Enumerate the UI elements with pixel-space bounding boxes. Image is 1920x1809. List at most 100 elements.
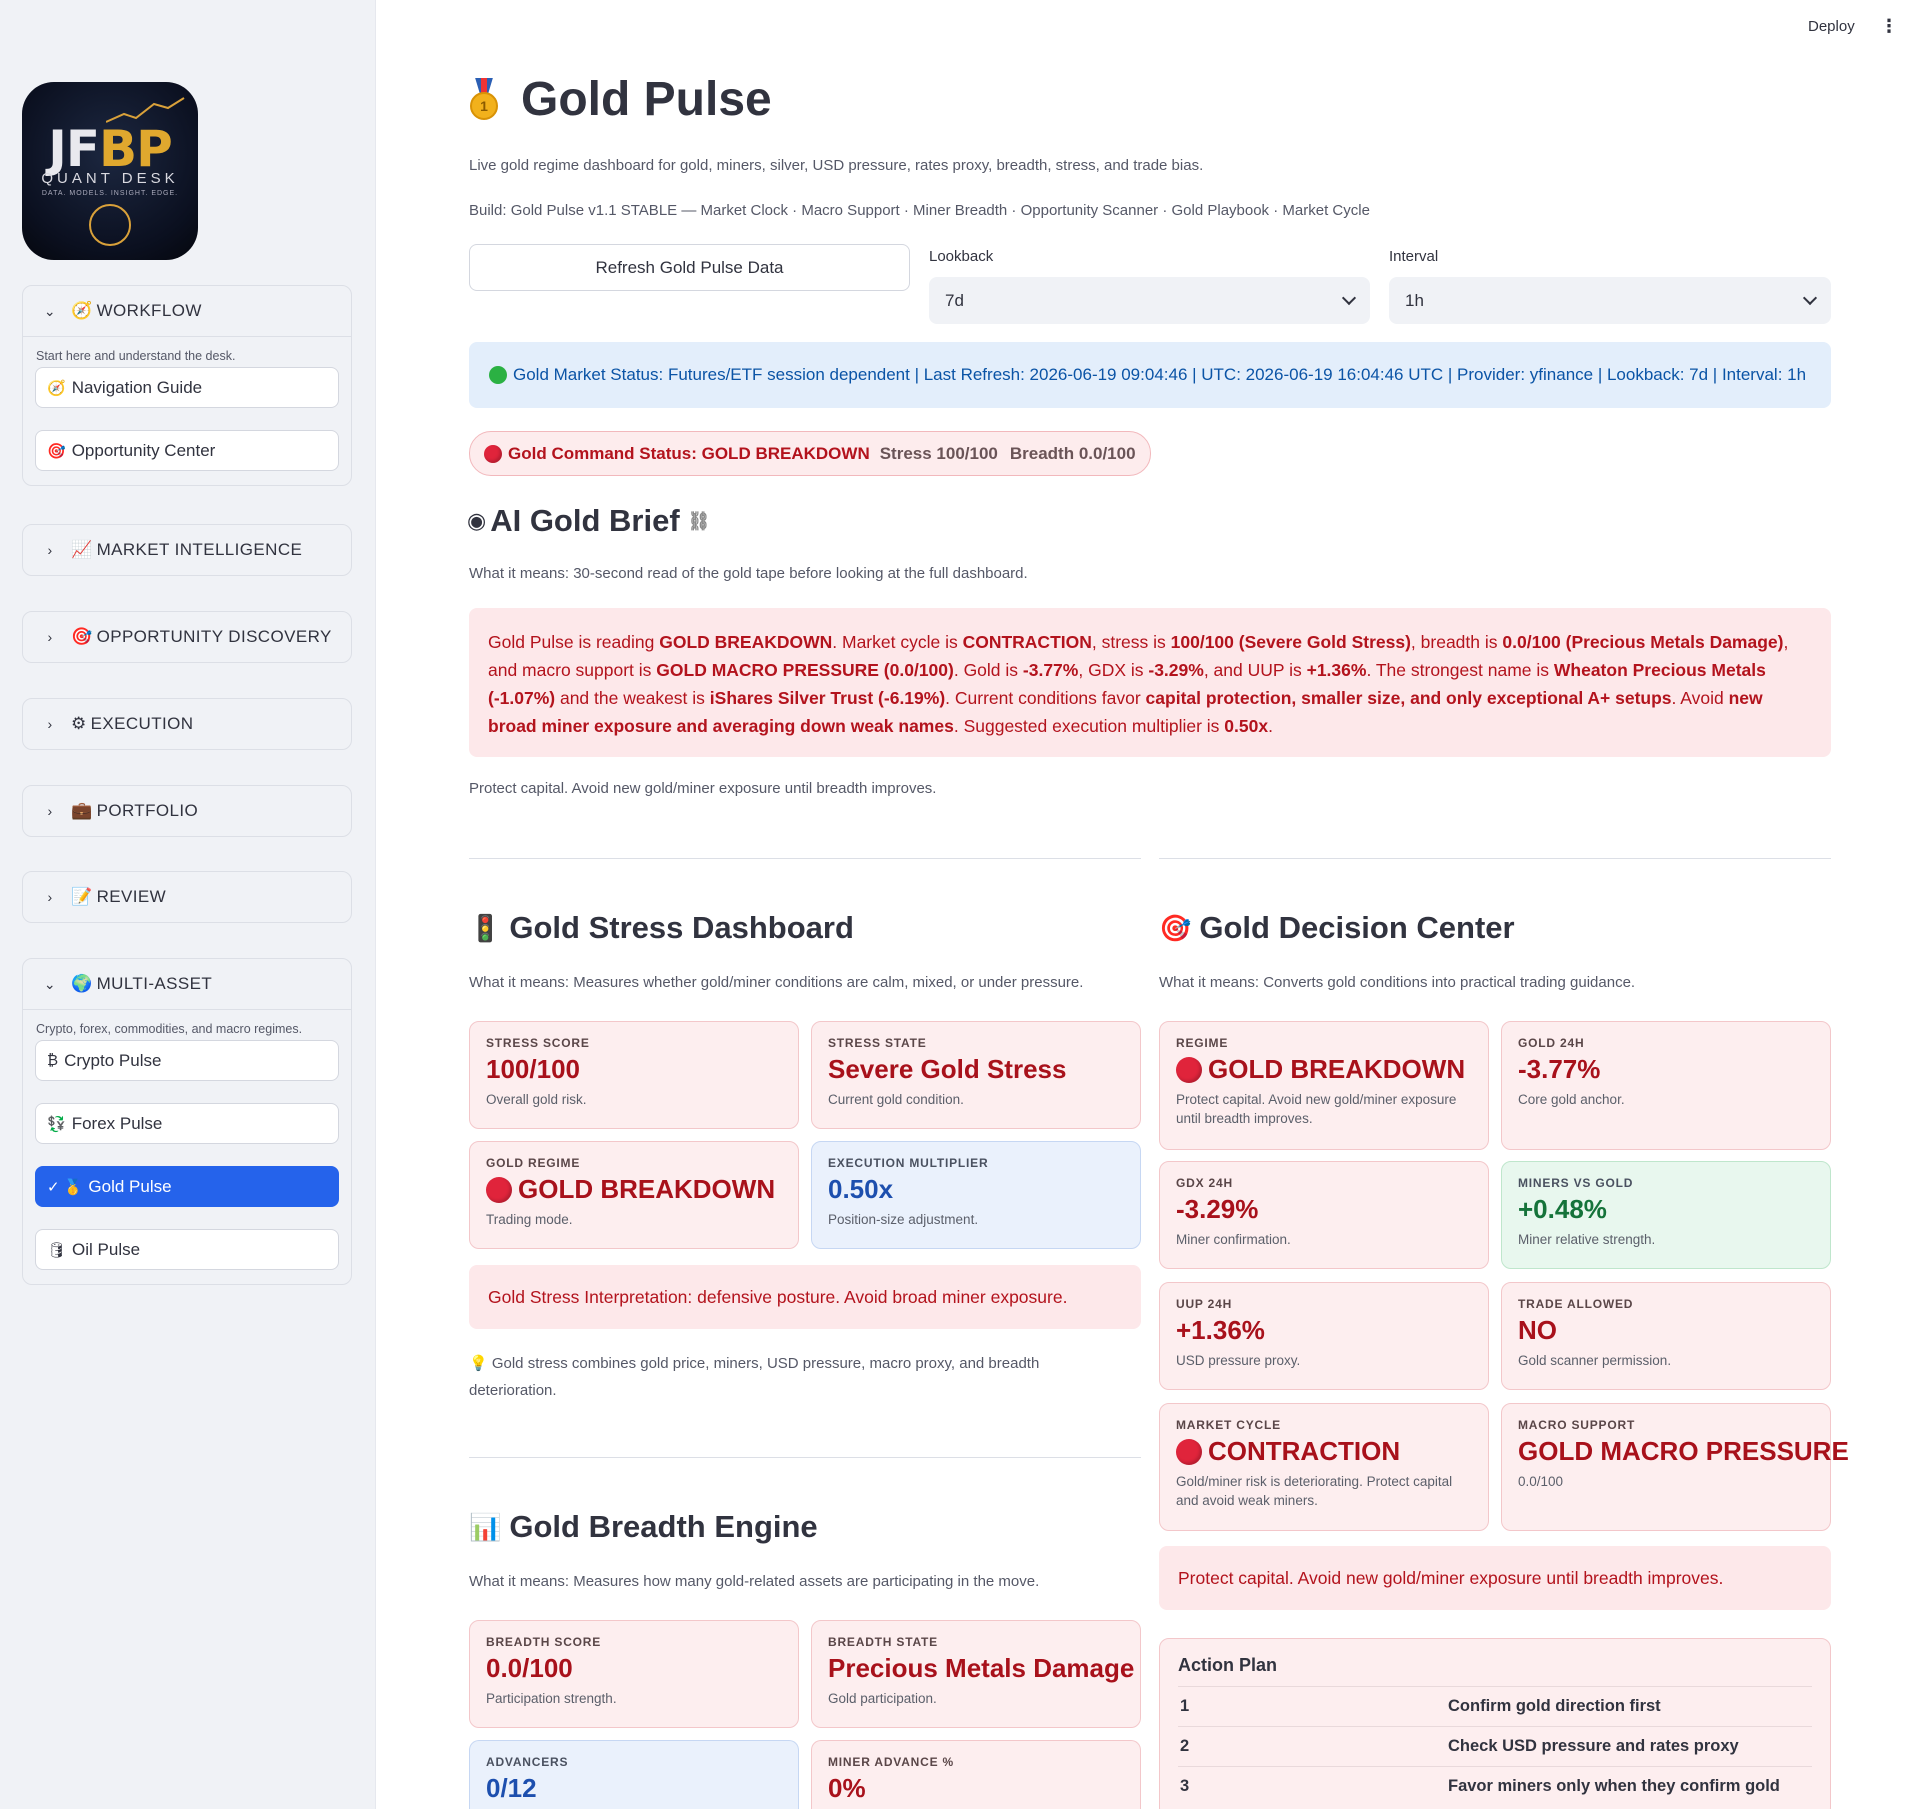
refresh-data-button[interactable]: Refresh Gold Pulse Data — [469, 244, 910, 291]
sidebar-group-portfolio[interactable]: › 💼 PORTFOLIO — [22, 785, 352, 837]
sidebar-group-execution[interactable]: › ⚙ EXECUTION — [22, 698, 352, 750]
card-label: MINERS VS GOLD — [1518, 1176, 1634, 1190]
stress-dashboard-title: Gold Stress Dashboard — [509, 910, 854, 945]
chevron-down-icon — [1341, 290, 1357, 305]
ai-brief-heading: ◉ AI Gold Brief ⛓ — [467, 503, 711, 539]
target-icon: 🎯 — [71, 627, 93, 646]
trade-allowed-card: TRADE ALLOWED NO Gold scanner permission… — [1501, 1282, 1831, 1390]
chevron-right-icon: › — [47, 629, 53, 645]
card-desc: Gold scanner permission. — [1518, 1353, 1672, 1368]
card-desc: Gold participation. — [828, 1691, 937, 1706]
more-menu-icon[interactable]: ⋮ — [1880, 16, 1898, 37]
chevron-right-icon: › — [47, 716, 53, 732]
row-number: 2 — [1180, 1737, 1190, 1755]
card-value: 100/100 — [486, 1054, 580, 1084]
lookback-value: 7d — [945, 290, 964, 310]
command-status-label: Gold Command Status: GOLD BREAKDOWN — [508, 443, 870, 463]
brief-highlight: 0.0/100 (Precious Metals Damage) — [1502, 632, 1784, 652]
gold-24h-card: GOLD 24H -3.77% Core gold anchor. — [1501, 1021, 1831, 1150]
card-value: GOLD BREAKDOWN — [518, 1174, 776, 1204]
card-label: GOLD 24H — [1518, 1036, 1585, 1050]
table-row: 3 Favor miners only when they confirm go… — [1178, 1766, 1812, 1806]
card-desc: Gold/miner risk is deteriorating. Protec… — [1176, 1474, 1453, 1508]
card-desc: USD pressure proxy. — [1176, 1353, 1301, 1368]
brief-text: . Gold is — [953, 660, 1023, 680]
memo-icon: 📝 — [71, 887, 93, 906]
sidebar-group-review[interactable]: › 📝 REVIEW — [22, 871, 352, 923]
divider — [1159, 858, 1831, 859]
nav-oil-pulse[interactable]: 🛢 Oil Pulse — [35, 1229, 339, 1270]
miner-advance-card: MINER ADVANCE % 0% — [811, 1740, 1141, 1809]
card-desc: Core gold anchor. — [1518, 1092, 1625, 1107]
ai-brief-title: AI Gold Brief — [490, 503, 680, 538]
expander-multi-asset[interactable]: ⌄ 🌍 MULTI-ASSET — [23, 959, 351, 1009]
compass-icon: 🧭 — [71, 301, 93, 320]
chart-coin-icon — [89, 204, 131, 246]
stress-dashboard-caption: What it means: Measures whether gold/min… — [469, 974, 1084, 991]
command-breadth: Breadth 0.0/100 — [1009, 443, 1136, 463]
chevron-right-icon: › — [47, 803, 53, 819]
expander-label: OPPORTUNITY DISCOVERY — [96, 627, 332, 646]
expander-label: WORKFLOW — [96, 301, 202, 320]
card-desc: Participation strength. — [486, 1691, 617, 1706]
market-status-bar: Gold Market Status: Futures/ETF session … — [469, 342, 1831, 408]
expander-workflow[interactable]: ⌄ 🧭 WORKFLOW — [23, 286, 351, 336]
card-label: MARKET CYCLE — [1176, 1418, 1281, 1432]
nav-gold-pulse[interactable]: ✓ 🥇 Gold Pulse — [35, 1166, 339, 1207]
action-plan-card: Action Plan 1 Confirm gold direction fir… — [1159, 1638, 1831, 1809]
nav-navigation-guide[interactable]: 🧭 Navigation Guide — [35, 367, 339, 408]
compass-icon: 🧭 — [47, 379, 66, 397]
brief-highlight: capital protection, smaller size, and on… — [1145, 688, 1672, 708]
command-stress: Stress 100/100 — [879, 443, 998, 463]
link-icon[interactable]: ⛓ — [688, 511, 711, 532]
card-label: TRADE ALLOWED — [1518, 1297, 1634, 1311]
table-row: 2 Check USD pressure and rates proxy — [1178, 1726, 1812, 1766]
sidebar-group-market-intelligence[interactable]: › 📈 MARKET INTELLIGENCE — [22, 524, 352, 576]
decision-center-heading: 🎯 Gold Decision Center — [1159, 910, 1515, 946]
divider — [469, 1457, 1141, 1458]
card-label: MINER ADVANCE % — [828, 1755, 955, 1769]
red-circle-icon — [1176, 1438, 1202, 1465]
page-title-row: 1 Gold Pulse — [469, 72, 772, 127]
card-value: +1.36% — [1176, 1315, 1265, 1345]
brief-text: , and UUP is — [1203, 660, 1307, 680]
execution-multiplier-card: EXECUTION MULTIPLIER 0.50x Position-size… — [811, 1141, 1141, 1249]
nav-crypto-pulse[interactable]: ₿ Crypto Pulse — [35, 1040, 339, 1081]
brief-text: and the weakest is — [555, 688, 710, 708]
deploy-button[interactable]: Deploy — [1808, 18, 1855, 35]
logo-tagline: DATA. MODELS. INSIGHT. EDGE. — [41, 190, 179, 197]
stress-note: 💡 Gold stress combines gold price, miner… — [469, 1355, 1040, 1399]
brief-text: . Current conditions favor — [945, 688, 1146, 708]
sidebar: JFBP QUANT DESK DATA. MODELS. INSIGHT. E… — [0, 0, 376, 1809]
currency-exchange-icon: 💱 — [47, 1115, 66, 1133]
nav-opportunity-center[interactable]: 🎯 Opportunity Center — [35, 430, 339, 471]
card-value: NO — [1518, 1315, 1557, 1345]
page-subtitle: Live gold regime dashboard for gold, min… — [469, 157, 1204, 174]
lookback-label: Lookback — [929, 248, 994, 265]
interval-select[interactable]: 1h — [1389, 277, 1831, 324]
sidebar-group-workflow: ⌄ 🧭 WORKFLOW Start here and understand t… — [22, 285, 352, 486]
card-label: MACRO SUPPORT — [1518, 1418, 1636, 1432]
ai-brief-footer: Protect capital. Avoid new gold/miner ex… — [469, 780, 937, 797]
sidebar-caption: Crypto, forex, commodities, and macro re… — [36, 1022, 303, 1036]
nav-label: Crypto Pulse — [64, 1050, 162, 1070]
nav-label: Navigation Guide — [71, 377, 203, 397]
interval-label: Interval — [1389, 248, 1439, 265]
card-value: 0/12 — [486, 1773, 537, 1803]
card-value: +0.48% — [1518, 1194, 1607, 1224]
brief-text: , GDX is — [1078, 660, 1149, 680]
row-number: 3 — [1180, 1777, 1190, 1795]
nav-label: Opportunity Center — [71, 440, 216, 460]
regime-card: REGIME GOLD BREAKDOWN Protect capital. A… — [1159, 1021, 1489, 1150]
action-plan-title: Action Plan — [1178, 1655, 1278, 1675]
nav-forex-pulse[interactable]: 💱 Forex Pulse — [35, 1103, 339, 1144]
card-value: -3.77% — [1518, 1054, 1601, 1084]
lookback-select[interactable]: 7d — [929, 277, 1370, 324]
build-info: Build: Gold Pulse v1.1 STABLE — Market C… — [469, 202, 1370, 219]
brief-highlight: 100/100 (Severe Gold Stress) — [1170, 632, 1411, 652]
breadth-engine-caption: What it means: Measures how many gold-re… — [469, 1573, 1040, 1590]
chart-up-icon: 📈 — [71, 540, 93, 559]
divider — [469, 858, 1141, 859]
sidebar-group-opportunity-discovery[interactable]: › 🎯 OPPORTUNITY DISCOVERY — [22, 611, 352, 663]
card-desc: Trading mode. — [486, 1212, 573, 1227]
